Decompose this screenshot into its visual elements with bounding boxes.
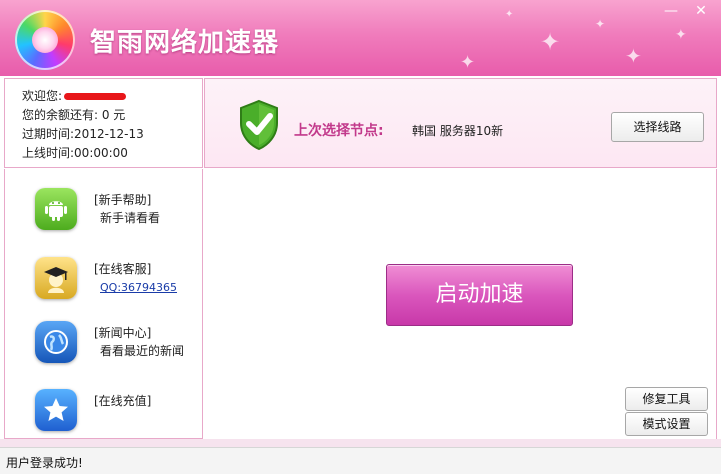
sparkle-decoration: ✦	[460, 52, 476, 73]
menu-help-title[interactable]: [新手帮助]	[94, 191, 160, 209]
qq-link[interactable]: QQ:36794365	[94, 278, 177, 298]
repair-tool-button[interactable]: 修复工具	[625, 387, 708, 411]
globe-icon	[35, 321, 77, 363]
sparkle-decoration: ✦	[505, 9, 514, 20]
start-acceleration-button[interactable]: 启动加速	[386, 264, 573, 326]
app-logo	[15, 10, 75, 70]
expire-line: 过期时间:2012-12-13	[22, 127, 144, 141]
menu-news-title[interactable]: [新闻中心]	[94, 324, 184, 342]
menu-recharge-title[interactable]: [在线充值]	[94, 392, 151, 410]
app-title: 智雨网络加速器	[90, 28, 280, 58]
welcome-line: 欢迎您:	[22, 87, 202, 106]
user-info-panel: 欢迎您: 您的余额还有: 0 元 过期时间:2012-12-13 上线时间:00…	[4, 78, 203, 168]
menu-help-sub: 新手请看看	[100, 211, 161, 225]
mode-settings-button[interactable]: 模式设置	[625, 412, 708, 436]
title-bar: ✦ ✦ ✦ ✦ ✦ ✦ 智雨网络加速器 — ✕	[0, 0, 721, 76]
menu-item-recharge[interactable]: [在线充值]	[35, 389, 151, 431]
main-area: 启动加速 修复工具 模式设置	[204, 169, 717, 439]
star-icon	[35, 389, 77, 431]
online-time-line: 上线时间:00:00:00	[22, 146, 128, 160]
status-bar: 用户登录成功!	[0, 447, 721, 474]
sparkle-decoration: ✦	[540, 28, 561, 56]
last-node-label: 上次选择节点:	[294, 123, 384, 139]
sparkle-decoration: ✦	[595, 17, 606, 31]
menu-news-sub: 看看最近的新闻	[100, 344, 185, 358]
minimize-button[interactable]: —	[659, 2, 683, 20]
shield-check-icon	[240, 99, 278, 151]
menu-item-service[interactable]: [在线客服] QQ:36794365	[35, 257, 177, 299]
window-controls: — ✕	[659, 2, 713, 20]
bottom-strip	[0, 439, 721, 447]
select-route-button[interactable]: 选择线路	[611, 112, 704, 142]
sparkle-decoration: ✦	[625, 44, 642, 68]
status-text: 用户登录成功!	[6, 456, 83, 470]
graduate-icon	[35, 257, 77, 299]
balance-line: 您的余额还有: 0 元	[22, 108, 126, 122]
menu-service-title[interactable]: [在线客服]	[94, 260, 177, 278]
last-node-value: 韩国 服务器10新	[412, 124, 504, 138]
android-icon	[35, 188, 77, 230]
app-window: ✦ ✦ ✦ ✦ ✦ ✦ 智雨网络加速器 — ✕ 欢迎您: 您的余额还有: 0 元…	[0, 0, 721, 474]
menu-item-help[interactable]: [新手帮助] 新手请看看	[35, 188, 160, 230]
side-menu: [新手帮助] 新手请看看 [在线客服] QQ:36794365 [新闻中心] 看…	[4, 169, 203, 439]
welcome-label: 欢迎您:	[22, 89, 63, 103]
menu-item-news[interactable]: [新闻中心] 看看最近的新闻	[35, 321, 184, 363]
close-button[interactable]: ✕	[689, 2, 713, 20]
masked-username	[64, 93, 127, 100]
sparkle-decoration: ✦	[675, 27, 687, 43]
node-panel: 上次选择节点: 韩国 服务器10新 选择线路	[204, 78, 717, 168]
